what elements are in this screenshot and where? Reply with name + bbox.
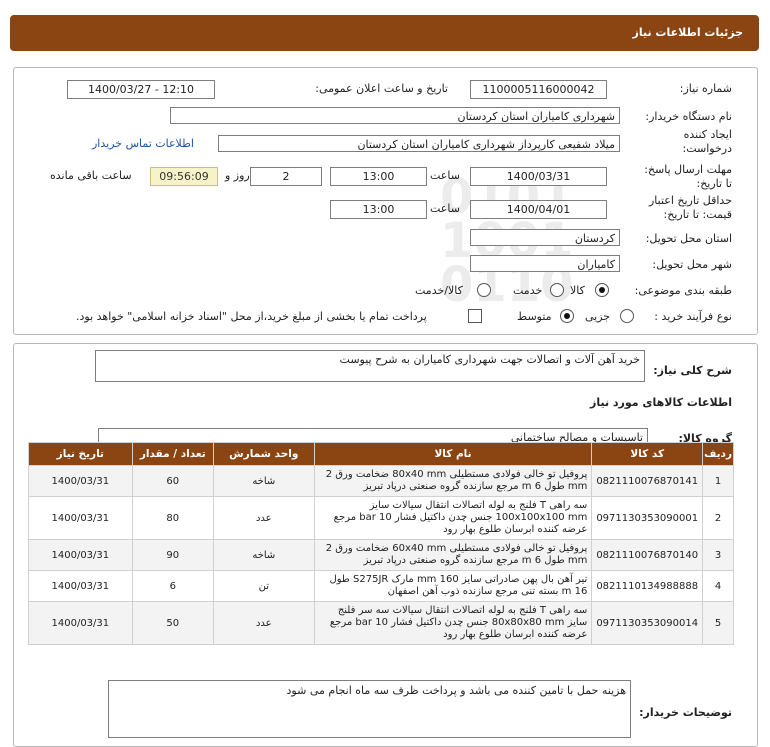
buyer-org-label: نام دستگاه خریدار:: [645, 110, 732, 123]
days-field: 2: [250, 167, 322, 186]
summary-label: شرح کلی نیاز:: [653, 364, 732, 377]
goods-table: ردیف کد کالا نام کالا واحد شمارش تعداد /…: [28, 442, 734, 645]
buyer-contact-link[interactable]: اطلاعات تماس خریدار: [92, 137, 194, 150]
cell-qty: 90: [131, 539, 214, 571]
cell-qty: 50: [131, 601, 214, 645]
reply-deadline-label-2: تا تاریخ:: [696, 177, 732, 190]
city-label: شهر محل تحویل:: [652, 258, 732, 271]
reply-deadline-label-1: مهلت ارسال پاسخ:: [644, 163, 732, 176]
cell-row: 3: [702, 539, 734, 571]
process-option-minor: جزیی: [585, 310, 611, 323]
buyer-notes-field: هزینه حمل با تامین کننده می باشد و پرداخ…: [108, 680, 631, 738]
category-radio-goods-service[interactable]: [477, 283, 491, 297]
cell-unit: تن: [212, 570, 315, 602]
price-validity-time-label: ساعت: [430, 202, 460, 215]
province-label: استان محل تحویل:: [645, 232, 732, 245]
price-validity-time-field: 13:00: [330, 200, 427, 219]
creator-label-2: درخواست:: [682, 142, 732, 155]
col-header-code: کد کالا: [591, 442, 704, 466]
treasury-note: پرداخت تمام یا بخشی از مبلغ خرید،از محل …: [76, 310, 427, 323]
table-row: 4 0821110134988888 تیر آهن بال پهن صادرا…: [28, 570, 734, 602]
col-header-unit: واحد شمارش: [212, 442, 315, 466]
need-number-label: شماره نیاز:: [679, 82, 732, 95]
cell-date: 1400/03/31: [28, 496, 133, 540]
reply-time-label: ساعت: [430, 169, 460, 182]
table-row: 2 0971130353090001 سه راهی T فلنج به لول…: [28, 496, 734, 540]
reply-time-field: 13:00: [330, 167, 427, 186]
table-row: 3 0821110076870140 پروفیل تو خالی فولادی…: [28, 539, 734, 571]
treasury-checkbox[interactable]: [468, 309, 482, 323]
price-validity-date-field: 1400/04/01: [470, 200, 607, 219]
cell-name: سه راهی T فلنج به لوله اتصالات انتقال سی…: [313, 601, 593, 645]
table-row: 1 0821110076870141 پروفیل تو خالی فولادی…: [28, 465, 734, 497]
cell-name: پروفیل تو خالی فولادی مستطیلی 60x40 mm ض…: [313, 539, 593, 571]
cell-date: 1400/03/31: [28, 465, 133, 497]
page-title: جزئیات اطلاعات نیاز: [632, 26, 744, 39]
need-number-field: 1100005116000042: [470, 80, 607, 99]
price-validity-label-1: حداقل تاریخ اعتبار: [648, 194, 732, 207]
cell-code: 0971130353090014: [591, 601, 704, 645]
cell-row: 5: [702, 601, 734, 645]
cell-code: 0821110076870141: [591, 465, 704, 497]
table-header-row: ردیف کد کالا نام کالا واحد شمارش تعداد /…: [28, 442, 734, 466]
cell-unit: عدد: [212, 601, 315, 645]
cell-qty: 6: [131, 570, 214, 602]
reply-date-field: 1400/03/31: [470, 167, 607, 186]
col-header-qty: تعداد / مقدار: [131, 442, 214, 466]
cell-date: 1400/03/31: [28, 539, 133, 571]
summary-field: خرید آهن آلات و اتصالات جهت شهرداری کامی…: [95, 350, 645, 382]
cell-row: 2: [702, 496, 734, 540]
table-row: 5 0971130353090014 سه راهی T فلنج به لول…: [28, 601, 734, 645]
category-label: طبقه بندی موضوعی:: [634, 284, 732, 297]
creator-label-1: ایجاد کننده: [683, 128, 732, 141]
price-validity-label-2: قیمت: تا تاریخ:: [663, 208, 732, 221]
cell-name: تیر آهن بال پهن صادراتی سایز 160 mm مارک…: [313, 570, 593, 602]
cell-name: پروفیل تو خالی فولادی مستطیلی 80x40 mm ض…: [313, 465, 593, 497]
cell-unit: عدد: [212, 496, 315, 540]
cell-qty: 80: [131, 496, 214, 540]
cell-row: 1: [702, 465, 734, 497]
creator-field: میلاد شفیعی کارپرداز شهرداری کامیاران اس…: [218, 135, 620, 152]
category-option-goods-service: کالا/خدمت: [415, 284, 463, 297]
days-label: روز و: [225, 169, 250, 182]
cell-qty: 60: [131, 465, 214, 497]
goods-section-title: اطلاعات کالاهای مورد نیاز: [590, 396, 732, 409]
announce-field: 1400/03/27 - 12:10: [67, 80, 215, 99]
cell-row: 4: [702, 570, 734, 602]
category-radio-goods[interactable]: [595, 283, 609, 297]
cell-date: 1400/03/31: [28, 601, 133, 645]
category-radio-service[interactable]: [550, 283, 564, 297]
cell-code: 0821110134988888: [591, 570, 704, 602]
remaining-label: ساعت باقی مانده: [50, 169, 132, 182]
announce-label: تاریخ و ساعت اعلان عمومی:: [315, 82, 448, 95]
col-header-row: ردیف: [702, 442, 734, 466]
buyer-notes-label: توضیحات خریدار:: [639, 706, 732, 719]
process-label: نوع فرآیند خرید :: [654, 310, 732, 323]
cell-code: 0971130353090001: [591, 496, 704, 540]
city-field: کامیاران: [470, 255, 620, 272]
col-header-date: تاریخ نیاز: [28, 442, 133, 466]
category-option-goods: کالا: [570, 284, 585, 297]
cell-name: سه راهی T فلنج به لوله اتصالات انتقال سی…: [313, 496, 593, 540]
process-option-medium: متوسط: [517, 310, 552, 323]
col-header-name: نام کالا: [313, 442, 593, 466]
cell-date: 1400/03/31: [28, 570, 133, 602]
category-option-service: خدمت: [513, 284, 543, 297]
remaining-timer: 09:56:09: [150, 167, 218, 186]
cell-unit: شاخه: [212, 539, 315, 571]
buyer-org-field: شهرداری کامیاران استان کردستان: [170, 107, 620, 124]
cell-code: 0821110076870140: [591, 539, 704, 571]
cell-unit: شاخه: [212, 465, 315, 497]
process-radio-medium[interactable]: [560, 309, 574, 323]
page-header: جزئیات اطلاعات نیاز: [10, 15, 759, 51]
process-radio-minor[interactable]: [620, 309, 634, 323]
province-field: کردستان: [470, 229, 620, 246]
